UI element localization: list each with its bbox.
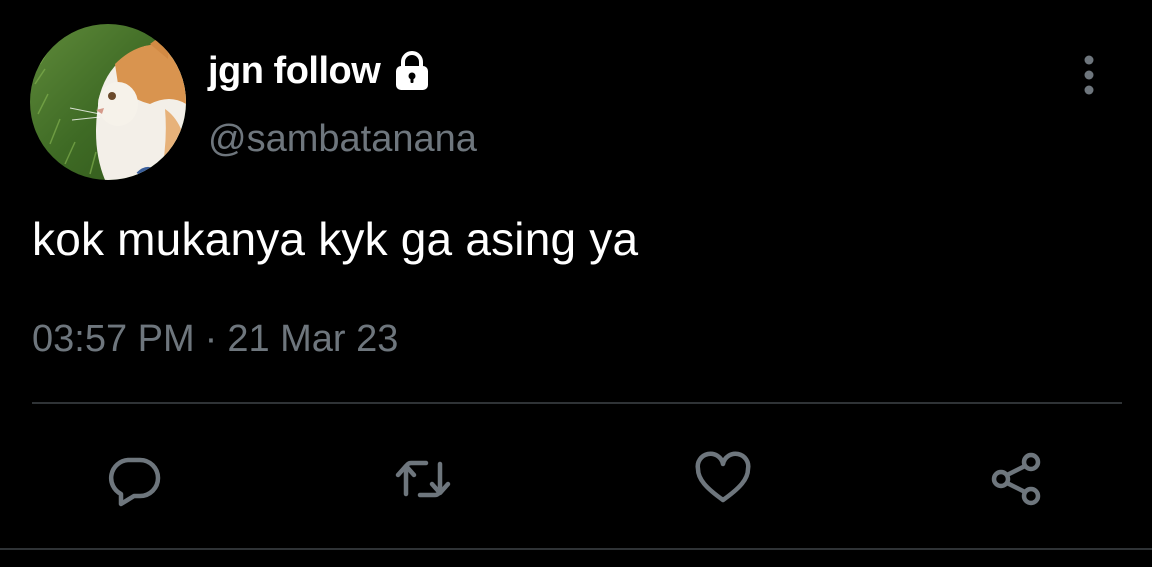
tweet-card: jgn follow @sambatanana kok mukanya kyk … bbox=[0, 0, 1152, 567]
lock-icon bbox=[390, 49, 434, 93]
vertical-dots-icon[interactable] bbox=[1072, 52, 1106, 98]
tweet-time[interactable]: 03:57 PM bbox=[32, 318, 195, 361]
tweet-text: kok mukanya kyk ga asing ya bbox=[32, 213, 639, 265]
user-handle[interactable]: @sambatanana bbox=[208, 118, 477, 161]
avatar-image bbox=[30, 24, 186, 180]
heart-icon bbox=[695, 451, 751, 503]
separator-dot: · bbox=[204, 318, 218, 360]
display-name-row: jgn follow bbox=[208, 44, 434, 98]
share-button[interactable] bbox=[986, 448, 1048, 510]
divider bbox=[32, 402, 1122, 404]
like-button[interactable] bbox=[692, 448, 754, 510]
retweet-button[interactable] bbox=[392, 448, 454, 510]
share-icon bbox=[991, 452, 1041, 506]
timestamp-row: 03:57 PM · 21 Mar 23 bbox=[32, 318, 398, 361]
reply-button[interactable] bbox=[104, 448, 166, 510]
avatar[interactable] bbox=[30, 24, 186, 180]
tweet-date[interactable]: 21 Mar 23 bbox=[227, 318, 398, 361]
retweet-icon bbox=[395, 460, 451, 498]
display-name[interactable]: jgn follow bbox=[208, 50, 381, 93]
comment-icon bbox=[108, 457, 161, 507]
bottom-divider bbox=[0, 548, 1152, 550]
